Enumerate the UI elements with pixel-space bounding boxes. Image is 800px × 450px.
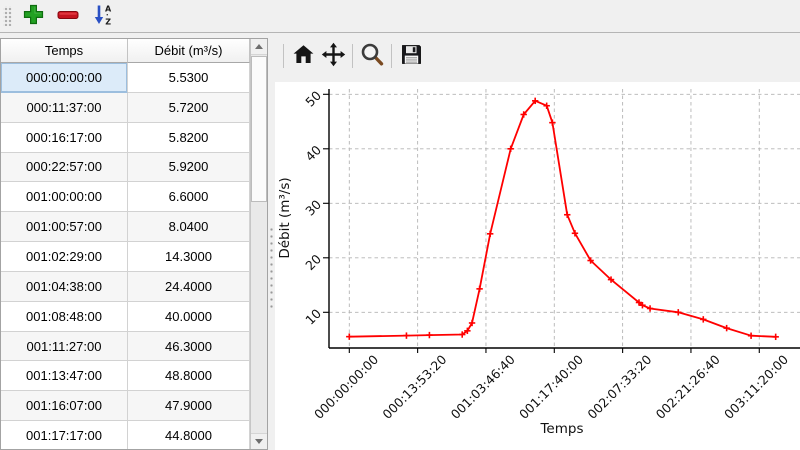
x-tick-label: 002:21:26:40 — [653, 352, 723, 422]
table-row: 000:11:37:005.7200 — [1, 93, 250, 123]
table-row: 001:13:47:0048.8000 — [1, 361, 250, 391]
x-tick-label: 000:00:00:00 — [311, 352, 381, 422]
table-row: 001:16:07:0047.9000 — [1, 391, 250, 421]
cell-debit[interactable]: 47.9000 — [128, 391, 250, 421]
save-figure-button[interactable] — [396, 41, 426, 71]
cell-debit[interactable]: 44.8000 — [128, 421, 250, 449]
x-tick-label: 002:07:33:20 — [584, 352, 654, 422]
save-icon — [400, 43, 423, 69]
cell-debit[interactable]: 6.6000 — [128, 182, 250, 212]
cell-debit[interactable]: 8.0400 — [128, 212, 250, 242]
cell-temps[interactable]: 001:04:38:00 — [1, 272, 128, 302]
cell-debit[interactable]: 5.8200 — [128, 123, 250, 153]
table-row: 001:00:00:006.6000 — [1, 182, 250, 212]
sort-az-icon: A Z — [92, 3, 114, 29]
table-row: 001:00:57:008.0400 — [1, 212, 250, 242]
cell-temps[interactable]: 001:08:48:00 — [1, 302, 128, 332]
chart-toolbar — [279, 40, 426, 72]
table-row: 001:04:38:0024.4000 — [1, 272, 250, 302]
table-row: 001:02:29:0014.3000 — [1, 242, 250, 272]
zoom-icon — [360, 42, 385, 70]
cell-debit[interactable]: 5.7200 — [128, 93, 250, 123]
cell-temps[interactable]: 001:16:07:00 — [1, 391, 128, 421]
zoom-button[interactable] — [357, 41, 387, 71]
cell-debit[interactable]: 24.4000 — [128, 272, 250, 302]
data-table-panel: Temps Débit (m³/s) 000:00:00:005.5300000… — [0, 38, 268, 450]
table-row: 000:00:00:005.5300 — [1, 63, 250, 93]
table-header-row: Temps Débit (m³/s) — [1, 39, 250, 63]
cell-debit[interactable]: 14.3000 — [128, 242, 250, 272]
chart-svg[interactable]: 10 20 30 40 50 000:00:00:00000:13:53:20001:03… — [272, 75, 800, 450]
table-row: 001:08:48:0040.0000 — [1, 302, 250, 332]
svg-text:Z: Z — [105, 18, 111, 27]
y-tick-label: 50 — [302, 88, 324, 110]
cell-temps[interactable]: 001:00:00:00 — [1, 182, 128, 212]
toolbar-separator — [391, 44, 392, 68]
toolbar-drag-handle[interactable] — [3, 6, 12, 26]
arrow-down-icon — [255, 439, 263, 444]
scrollbar-thumb[interactable] — [251, 56, 267, 202]
sort-button[interactable]: A Z — [89, 2, 117, 30]
cell-temps[interactable]: 001:13:47:00 — [1, 361, 128, 391]
cell-temps[interactable]: 000:16:17:00 — [1, 123, 128, 153]
add-row-button[interactable] — [19, 2, 47, 30]
scroll-up-button[interactable] — [251, 39, 267, 55]
table-row: 000:16:17:005.8200 — [1, 123, 250, 153]
toolbar-separator — [283, 44, 284, 68]
pan-button[interactable] — [318, 41, 348, 71]
column-header-debit[interactable]: Débit (m³/s) — [128, 39, 250, 63]
toolbar-separator — [352, 44, 353, 68]
y-tick-label: 30 — [302, 197, 324, 219]
y-tick-label: 20 — [302, 251, 324, 273]
pan-icon — [321, 42, 346, 70]
cell-temps[interactable]: 001:00:57:00 — [1, 212, 128, 242]
x-axis-label: Temps — [539, 421, 583, 437]
y-tick-label: 10 — [302, 306, 324, 328]
x-tick-label: 003:11:20:00 — [721, 352, 791, 422]
app-window: { "main_toolbar": { "icons": ["add-icon"… — [0, 0, 800, 450]
table-row: 001:11:27:0046.3000 — [1, 332, 250, 362]
home-view-button[interactable] — [288, 41, 318, 71]
table-scrollbar[interactable] — [250, 39, 267, 449]
remove-row-button[interactable] — [54, 2, 82, 30]
svg-text:A: A — [105, 5, 112, 14]
x-tick-label: 000:13:53:20 — [379, 352, 449, 422]
table-row: 001:17:17:0044.8000 — [1, 421, 250, 449]
scroll-down-button[interactable] — [251, 433, 267, 449]
cell-debit[interactable]: 46.3000 — [128, 332, 250, 362]
cell-debit[interactable]: 40.0000 — [128, 302, 250, 332]
cell-temps[interactable]: 000:00:00:00 — [1, 63, 128, 93]
y-tick-label: 40 — [302, 142, 324, 164]
cell-temps[interactable]: 000:22:57:00 — [1, 153, 128, 183]
add-icon — [23, 4, 44, 28]
remove-icon — [57, 4, 79, 29]
table-body: 000:00:00:005.5300000:11:37:005.7200000:… — [1, 63, 250, 449]
cell-temps[interactable]: 001:17:17:00 — [1, 421, 128, 449]
x-tick-label: 001:17:40:00 — [516, 352, 586, 422]
main-toolbar: A Z — [0, 0, 800, 33]
home-icon — [292, 43, 315, 69]
series-line — [349, 101, 775, 337]
cell-debit[interactable]: 5.9200 — [128, 153, 250, 183]
cell-temps[interactable]: 001:02:29:00 — [1, 242, 128, 272]
cell-debit[interactable]: 5.5300 — [128, 63, 250, 93]
y-axis-label: Débit (m³/s) — [277, 177, 293, 258]
data-table: Temps Débit (m³/s) 000:00:00:005.5300000… — [1, 39, 250, 449]
cell-debit[interactable]: 48.8000 — [128, 361, 250, 391]
cell-temps[interactable]: 000:11:37:00 — [1, 93, 128, 123]
x-tick-label: 001:03:46:40 — [448, 352, 518, 422]
arrow-up-icon — [255, 44, 263, 49]
table-row: 000:22:57:005.9200 — [1, 153, 250, 183]
column-header-temps[interactable]: Temps — [1, 39, 128, 63]
cell-temps[interactable]: 001:11:27:00 — [1, 332, 128, 362]
